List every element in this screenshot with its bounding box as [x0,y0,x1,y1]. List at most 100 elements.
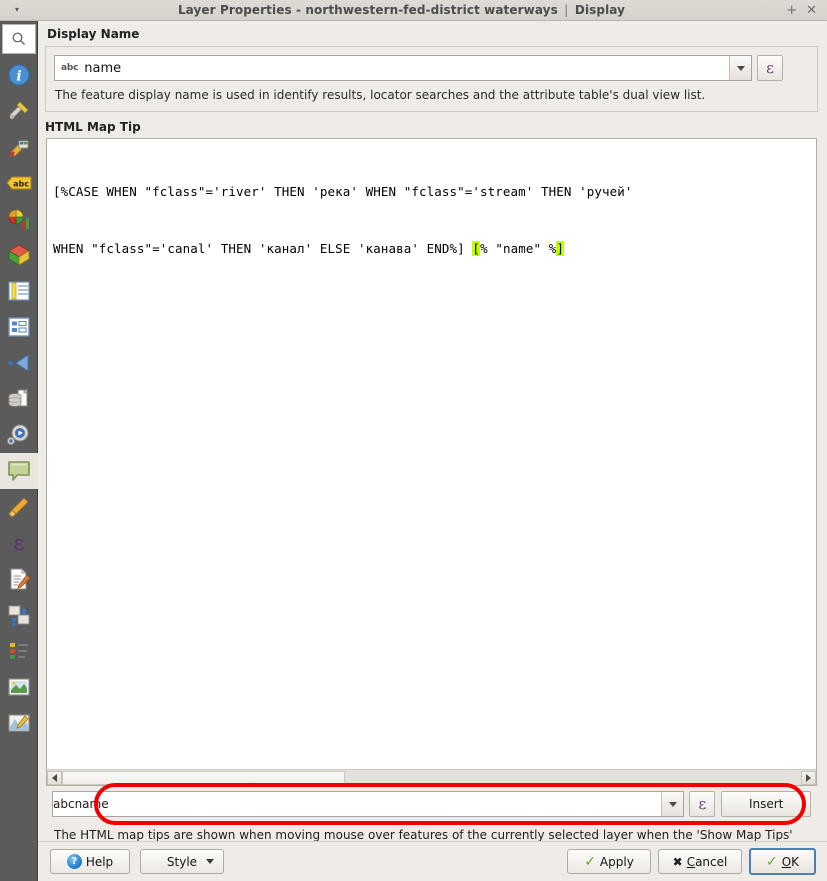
html-map-tip-label: HTML Map Tip [45,120,141,134]
pie-bar-chart-icon [8,209,29,229]
display-name-field-row: abc name ε [54,55,783,81]
map-pencil-icon [8,714,30,732]
ok-button[interactable]: ✓ OK [749,848,816,875]
display-name-label: Display Name [47,27,140,41]
window-title: Layer Properties - northwestern-fed-dist… [34,3,769,17]
sidebar-item-joins[interactable] [0,345,38,381]
apply-button-label: Apply [599,854,634,869]
scroll-left-button[interactable] [47,770,62,785]
display-name-combo[interactable]: abc name [54,55,752,81]
check-icon: ✓ [584,853,596,870]
apply-button[interactable]: ✓ Apply [567,849,651,874]
sidebar-item-auxiliary-storage[interactable] [0,381,38,417]
epsilon-icon: ε [766,59,774,77]
code-line-2: WHEN "fclass"='canal' THEN 'канал' ELSE … [53,239,810,258]
sidebar-item-dependencies[interactable] [0,597,38,633]
sidebar-item-labels[interactable]: abc [0,165,38,201]
sidebar-item-metadata[interactable] [0,561,38,597]
sidebar-item-symbology[interactable] [0,129,38,165]
sidebar-item-qgis-server[interactable] [0,669,38,705]
cube-3d-icon [8,244,30,266]
abc-label-icon: abc [6,176,32,190]
database-file-icon [8,389,28,407]
help-button[interactable]: ? Help [50,849,130,874]
chevron-down-icon [668,801,677,807]
sidebar-item-source[interactable] [0,93,38,129]
scrollbar-track[interactable] [62,770,801,785]
chevron-down-icon [736,65,745,71]
broom-icon [8,497,29,518]
window-title-section: Display [574,3,626,17]
sidebar-item-information[interactable]: i [0,57,38,93]
cancel-button[interactable]: ✖ Cancel [658,849,742,874]
info-icon: i [8,64,30,86]
sidebar-item-display[interactable] [0,453,38,489]
display-properties-page: Display Name abc name ε The feature disp… [38,21,827,881]
html-map-tip-editor[interactable]: [%CASE WHEN "fclass"='river' THEN 'река'… [46,138,817,786]
properties-sidebar: i abc ɛ [0,21,38,881]
close-icon: ✖ [672,854,683,869]
sidebar-search-input[interactable] [2,24,36,54]
insert-button-label: Insert [748,797,784,811]
svg-text:i: i [16,69,21,85]
display-name-value: name [84,60,122,76]
code-line-2-text: WHEN "fclass"='canal' THEN 'канал' ELSE … [53,241,473,256]
window-menu-caret-icon: ▾ [14,5,19,14]
style-button-label: Style [166,854,198,869]
sidebar-item-variables[interactable]: ɛ [0,525,38,561]
insert-button[interactable]: Insert [721,791,811,817]
sidebar-items: i abc ɛ [0,57,38,741]
map-tip-code: [%CASE WHEN "fclass"='river' THEN 'река'… [53,144,810,296]
sidebar-item-legend[interactable] [0,633,38,669]
window-menu-button[interactable]: ▾ [0,6,34,14]
sidebar-item-fields[interactable] [0,273,38,309]
sidebar-item-rendering[interactable] [0,489,38,525]
editor-horizontal-scrollbar[interactable] [47,769,816,785]
insert-field-dropdown-button[interactable] [661,792,684,816]
speech-bubble-icon [8,461,30,481]
insert-field-value: name [74,797,109,811]
sidebar-item-digitizing[interactable] [0,705,38,741]
code-bracket-close: ] [556,241,564,256]
layer-properties-dialog: ▾ Layer Properties - northwestern-fed-di… [0,0,827,881]
code-line-1: [%CASE WHEN "fclass"='river' THEN 'река'… [53,184,633,199]
field-type-badge: abc [53,797,75,811]
insert-field-row: abc name ε Insert [52,790,811,818]
sidebar-item-attributes-form[interactable] [0,309,38,345]
window-controls: + ✕ [769,4,827,17]
scrollbar-thumb[interactable] [62,770,345,785]
sync-arrows-icon [8,605,30,626]
document-pencil-icon [10,568,31,590]
join-arrow-icon [8,354,29,372]
legend-swatches-icon [10,643,28,659]
sidebar-item-actions[interactable] [0,417,38,453]
gear-play-icon [7,424,29,445]
display-name-group: abc name ε The feature display name is u… [45,46,818,112]
display-name-dropdown-button[interactable] [729,56,751,80]
chevron-left-icon [52,773,57,782]
chevron-right-icon [806,773,811,782]
maximize-icon[interactable]: + [786,4,797,17]
help-button-label: Help [85,854,114,869]
scroll-right-button[interactable] [801,770,816,785]
chevron-down-icon [206,859,214,864]
form-layout-icon [8,317,30,337]
check-icon: ✓ [765,853,778,870]
sidebar-item-diagrams[interactable] [0,201,38,237]
dialog-button-bar: ? Help Style ✓ Apply ✖ Cancel ✓ OK [38,841,827,881]
window-title-main: Layer Properties - northwestern-fed-dist… [177,3,558,17]
sidebar-item-3d-view[interactable] [0,237,38,273]
search-icon [12,32,26,46]
display-name-hint: The feature display name is used in iden… [55,88,706,102]
paintbrush-palette-icon [9,140,29,157]
display-name-expression-button[interactable]: ε [757,55,783,81]
close-icon[interactable]: ✕ [806,4,817,17]
window-title-separator: | [564,3,569,17]
insert-expression-button[interactable]: ε [689,791,716,817]
insert-field-combo[interactable]: abc name [52,791,685,817]
wrench-screwdriver-icon [9,101,29,120]
code-expression: % "name" % [480,241,557,256]
help-icon: ? [66,854,82,869]
epsilon-icon: ɛ [13,530,25,555]
style-button[interactable]: Style [140,849,224,874]
